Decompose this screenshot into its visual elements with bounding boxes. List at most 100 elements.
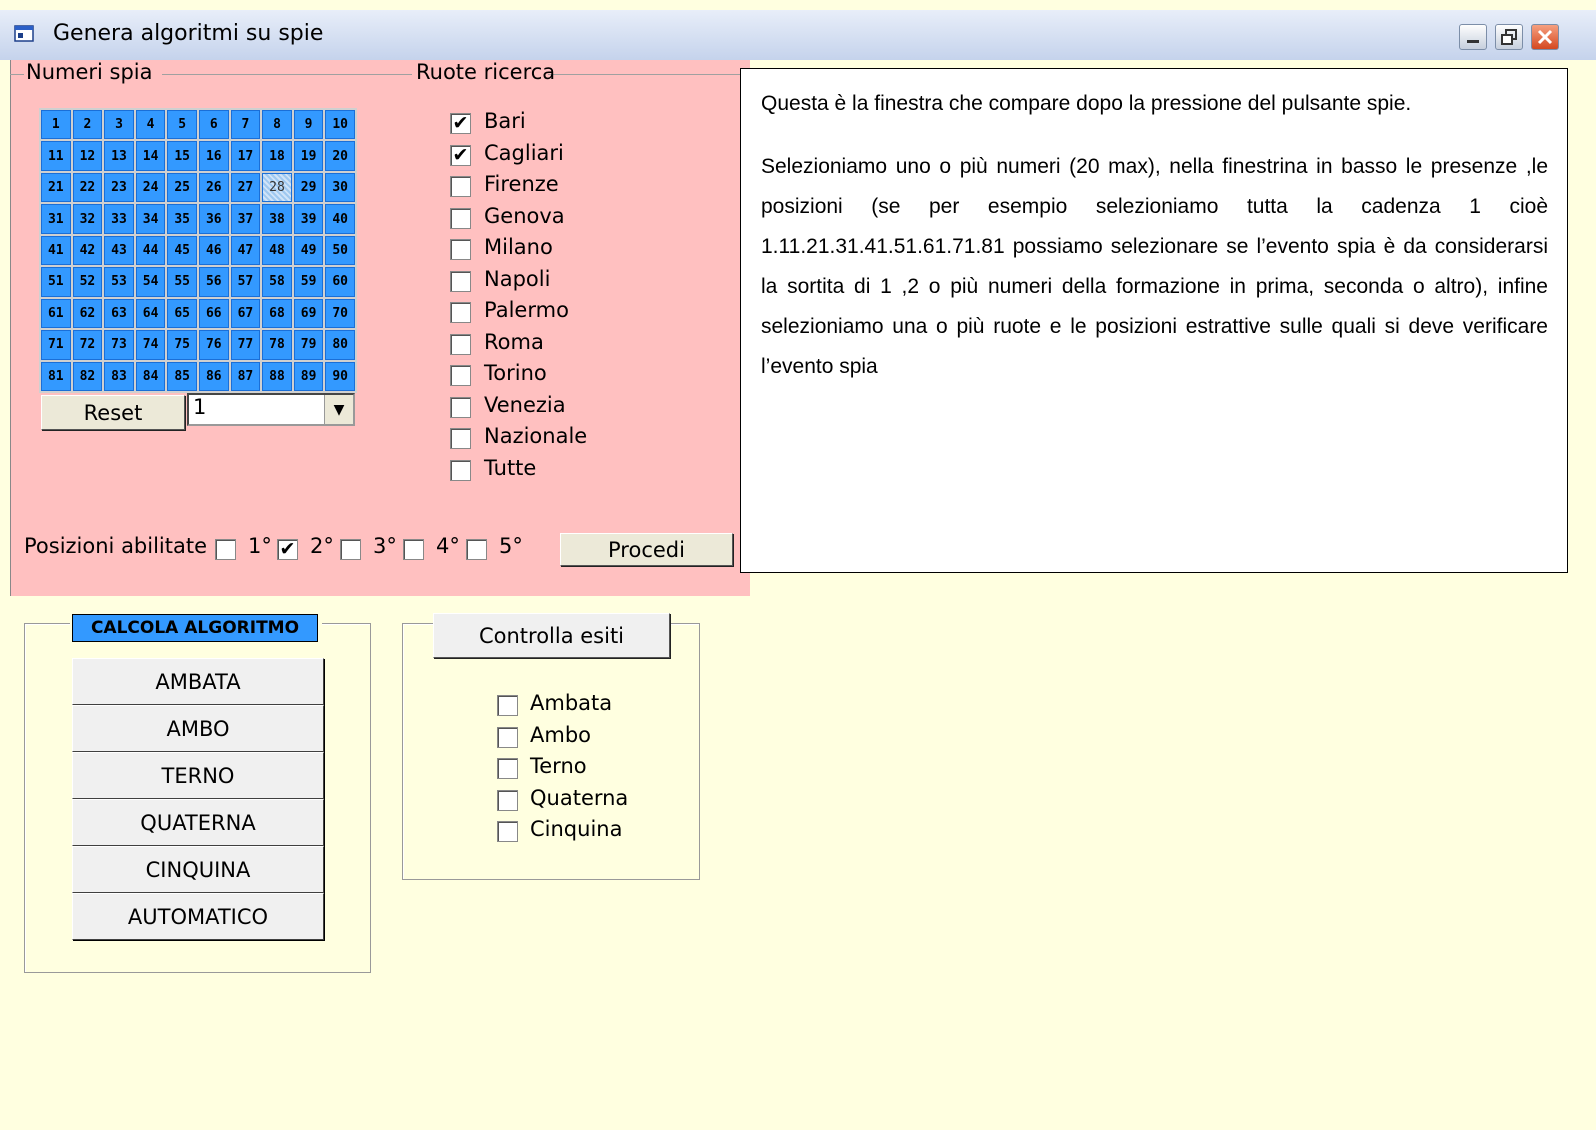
number-cell[interactable]: 49 — [293, 235, 324, 266]
number-cell[interactable]: 78 — [262, 330, 292, 360]
number-cell[interactable]: 19 — [293, 141, 324, 171]
number-cell[interactable]: 29 — [293, 172, 324, 203]
number-cell[interactable]: 63 — [104, 298, 134, 329]
number-cell[interactable]: 53 — [104, 267, 134, 297]
number-cell[interactable]: 41 — [41, 235, 71, 266]
number-cell[interactable]: 40 — [325, 204, 355, 234]
number-cell[interactable]: 72 — [72, 330, 103, 360]
esito-checkbox[interactable] — [497, 726, 518, 748]
number-cell[interactable]: 80 — [325, 330, 355, 360]
number-cell[interactable]: 77 — [230, 330, 261, 360]
number-cell[interactable]: 86 — [199, 361, 229, 391]
number-cell[interactable]: 14 — [135, 141, 166, 171]
controlla-esiti-button[interactable]: Controlla esiti — [433, 613, 670, 658]
number-cell[interactable]: 36 — [199, 204, 229, 234]
number-cell[interactable]: 58 — [262, 267, 292, 297]
number-cell[interactable]: 26 — [199, 172, 229, 203]
ruota-checkbox[interactable] — [450, 365, 471, 386]
number-cell[interactable]: 50 — [325, 235, 355, 266]
calcola-terno-button[interactable]: TERNO — [72, 752, 324, 799]
number-cell[interactable]: 43 — [104, 235, 134, 266]
number-cell[interactable]: 1 — [41, 110, 71, 140]
number-cell[interactable]: 57 — [230, 267, 261, 297]
number-cell[interactable]: 55 — [167, 267, 197, 297]
number-cell[interactable]: 67 — [230, 298, 261, 329]
number-cell[interactable]: 71 — [41, 330, 71, 360]
number-cell[interactable]: 65 — [167, 298, 197, 329]
number-cell[interactable]: 44 — [135, 235, 166, 266]
number-cell[interactable]: 23 — [104, 172, 134, 203]
ruota-checkbox[interactable] — [450, 396, 471, 418]
ruota-checkbox[interactable] — [450, 302, 471, 323]
ruota-checkbox[interactable]: ✔ — [450, 144, 471, 166]
number-cell[interactable]: 11 — [41, 141, 71, 171]
number-cell[interactable]: 84 — [135, 361, 166, 391]
number-cell[interactable]: 4 — [135, 110, 166, 140]
ruota-checkbox[interactable] — [450, 176, 471, 197]
number-cell[interactable]: 79 — [293, 330, 324, 360]
number-cell[interactable]: 39 — [293, 204, 324, 234]
esito-checkbox[interactable] — [497, 758, 518, 779]
ruota-checkbox[interactable] — [450, 428, 471, 449]
posizione-checkbox[interactable] — [403, 539, 424, 560]
restore-button[interactable] — [1495, 24, 1523, 50]
number-cell[interactable]: 21 — [41, 172, 71, 203]
number-cell[interactable]: 38 — [262, 204, 292, 234]
close-button[interactable] — [1531, 24, 1559, 50]
posizione-checkbox[interactable] — [466, 539, 487, 560]
number-cell[interactable]: 25 — [167, 172, 197, 203]
ruota-checkbox[interactable] — [450, 207, 471, 229]
number-cell[interactable]: 62 — [72, 298, 103, 329]
number-cell[interactable]: 83 — [104, 361, 134, 391]
number-cell[interactable]: 33 — [104, 204, 134, 234]
number-cell[interactable]: 69 — [293, 298, 324, 329]
number-cell[interactable]: 90 — [325, 361, 355, 391]
esito-checkbox[interactable] — [497, 821, 518, 842]
calcola-quaterna-button[interactable]: QUATERNA — [72, 799, 324, 846]
number-cell[interactable]: 18 — [262, 141, 292, 171]
chevron-down-icon[interactable]: ▼ — [324, 395, 353, 424]
number-cell[interactable]: 35 — [167, 204, 197, 234]
number-cell[interactable]: 45 — [167, 235, 197, 266]
number-cell[interactable]: 51 — [41, 267, 71, 297]
number-cell[interactable]: 75 — [167, 330, 197, 360]
number-cell[interactable]: 13 — [104, 141, 134, 171]
number-cell[interactable]: 82 — [72, 361, 103, 391]
number-cell[interactable]: 74 — [135, 330, 166, 360]
number-cell[interactable]: 60 — [325, 267, 355, 297]
number-cell[interactable]: 56 — [199, 267, 229, 297]
esito-checkbox[interactable] — [497, 695, 518, 716]
calcola-ambo-button[interactable]: AMBO — [72, 705, 324, 752]
number-cell[interactable]: 61 — [41, 298, 71, 329]
number-cell[interactable]: 85 — [167, 361, 197, 391]
number-cell[interactable]: 70 — [325, 298, 355, 329]
number-cell[interactable]: 68 — [262, 298, 292, 329]
number-cell[interactable]: 37 — [230, 204, 261, 234]
ruota-checkbox[interactable] — [450, 270, 471, 292]
ruota-checkbox[interactable] — [450, 333, 471, 355]
calcola-automatico-button[interactable]: AUTOMATICO — [72, 893, 324, 940]
esito-checkbox[interactable] — [497, 789, 518, 811]
number-cell[interactable]: 9 — [293, 110, 324, 140]
posizione-checkbox[interactable] — [215, 539, 236, 560]
number-cell[interactable]: 88 — [262, 361, 292, 391]
number-cell[interactable]: 28 — [262, 172, 292, 203]
number-cell[interactable]: 12 — [72, 141, 103, 171]
number-cell[interactable]: 47 — [230, 235, 261, 266]
number-cell[interactable]: 52 — [72, 267, 103, 297]
number-cell[interactable]: 5 — [167, 110, 197, 140]
number-cell[interactable]: 6 — [199, 110, 229, 140]
number-cell[interactable]: 66 — [199, 298, 229, 329]
number-cell[interactable]: 81 — [41, 361, 71, 391]
number-cell[interactable]: 73 — [104, 330, 134, 360]
count-combo[interactable]: 1 ▼ — [187, 393, 355, 426]
number-cell[interactable]: 16 — [199, 141, 229, 171]
number-cell[interactable]: 59 — [293, 267, 324, 297]
number-cell[interactable]: 76 — [199, 330, 229, 360]
posizione-checkbox[interactable]: ✔ — [277, 539, 298, 560]
posizione-checkbox[interactable] — [340, 539, 361, 560]
calcola-cinquina-button[interactable]: CINQUINA — [72, 846, 324, 893]
number-cell[interactable]: 31 — [41, 204, 71, 234]
ruota-checkbox[interactable] — [450, 459, 471, 481]
number-cell[interactable]: 2 — [72, 110, 103, 140]
